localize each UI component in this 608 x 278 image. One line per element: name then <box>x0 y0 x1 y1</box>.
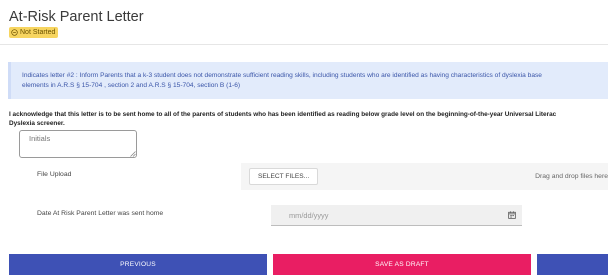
select-files-button[interactable]: SELECT FILES... <box>249 168 319 185</box>
date-placeholder: mm/dd/yyyy <box>289 211 329 220</box>
resize-grip-icon[interactable] <box>130 151 136 157</box>
save-as-draft-button[interactable]: SAVE AS DRAFT <box>273 254 531 275</box>
info-line-1: Indicates letter #2 : Inform Parents tha… <box>22 72 542 79</box>
initials-field[interactable] <box>19 130 137 158</box>
previous-button[interactable]: PREVIOUS <box>9 254 267 275</box>
date-sent-label: Date At Risk Parent Letter was sent home <box>37 210 164 217</box>
acknowledgement-line-1: I acknowledge that this letter is to be … <box>9 111 557 118</box>
info-box: Indicates letter #2 : Inform Parents tha… <box>8 62 608 99</box>
file-drop-zone[interactable]: SELECT FILES... Drag and drop files here <box>241 163 608 190</box>
file-upload-label: File Upload <box>37 171 72 178</box>
header-divider <box>0 44 608 45</box>
acknowledgement-line-2: Dyslexia screener. <box>9 120 65 127</box>
page-title: At-Risk Parent Letter <box>9 9 144 25</box>
clock-icon <box>11 29 18 36</box>
calendar-icon[interactable] <box>508 211 516 219</box>
drop-hint: Drag and drop files here <box>535 173 608 180</box>
info-line-2: elements in A.R.S § 15-704 , section 2 a… <box>22 82 241 89</box>
status-badge: Not Started <box>9 27 59 38</box>
acknowledgement-text: I acknowledge that this letter is to be … <box>9 110 608 128</box>
next-button[interactable] <box>537 254 608 275</box>
page: At-Risk Parent Letter Not Started Indica… <box>0 0 608 278</box>
status-badge-label: Not Started <box>20 29 56 36</box>
date-sent-input[interactable]: mm/dd/yyyy <box>271 205 522 226</box>
